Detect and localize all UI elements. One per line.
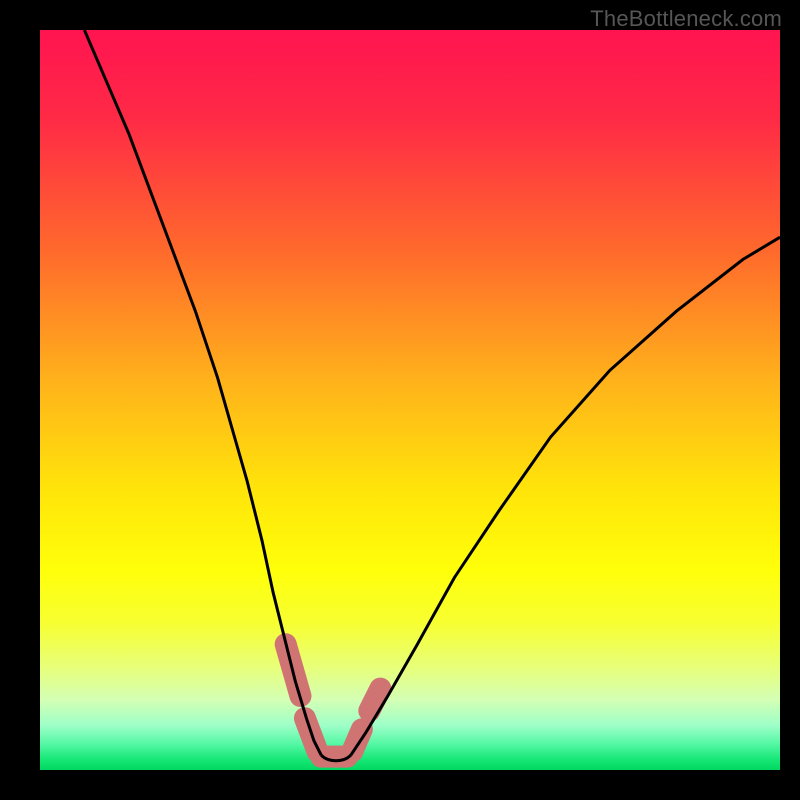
chart-frame: TheBottleneck.com xyxy=(0,0,800,800)
attribution-text: TheBottleneck.com xyxy=(590,6,782,32)
plot-area xyxy=(40,30,780,770)
chart-svg xyxy=(40,30,780,770)
